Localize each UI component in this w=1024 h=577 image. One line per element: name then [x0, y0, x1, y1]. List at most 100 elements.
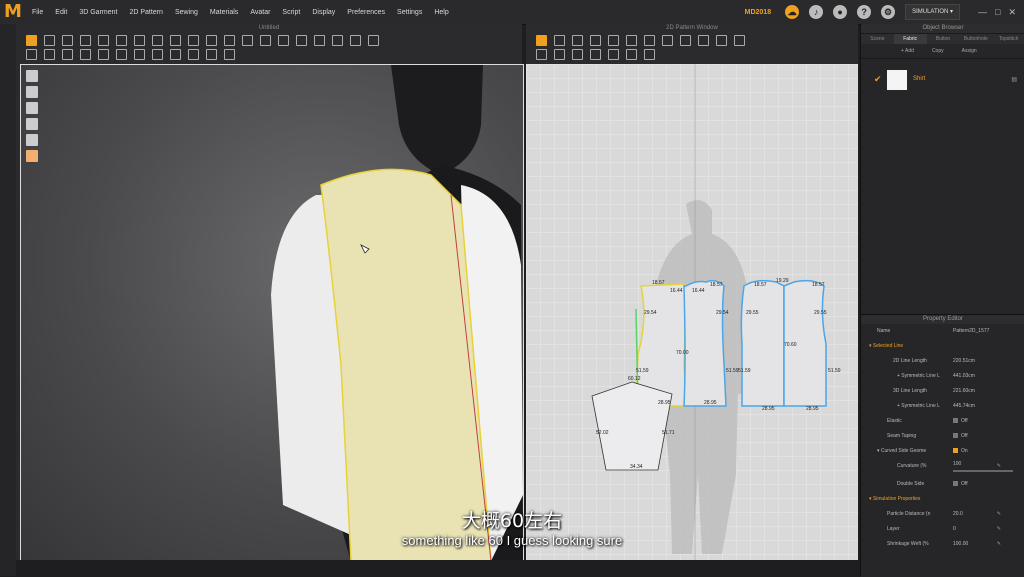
assign-button[interactable]: Assign [962, 48, 977, 54]
topstitch-icon[interactable] [224, 35, 235, 46]
trace-icon[interactable] [698, 35, 709, 46]
select-tool-icon[interactable] [26, 35, 37, 46]
menu-help[interactable]: Help [434, 9, 448, 16]
grain-icon[interactable] [590, 49, 601, 60]
symmetry-icon[interactable] [734, 35, 745, 46]
simulation-section[interactable]: ▾ Simulation Properties [861, 492, 1024, 507]
shirt-icon[interactable] [314, 35, 325, 46]
curvature-slider[interactable] [953, 470, 1013, 472]
buttonhole-icon[interactable] [188, 35, 199, 46]
menu-edit[interactable]: Edit [55, 9, 67, 16]
cloud-icon[interactable]: ☁ [785, 5, 800, 19]
gear-icon[interactable]: ⚙ [881, 5, 896, 19]
menu-avatar[interactable]: Avatar [250, 9, 270, 16]
prop-value[interactable]: 100 [953, 459, 961, 469]
pin-icon[interactable] [80, 35, 91, 46]
shirt-view-icon[interactable] [26, 70, 38, 82]
segment-sewing-icon[interactable] [116, 35, 127, 46]
maximize-icon[interactable]: □ [995, 7, 1000, 17]
skin-view-icon[interactable] [26, 150, 38, 162]
prop-name-value[interactable]: Pattern2D_1577 [953, 324, 989, 339]
measure-icon[interactable] [242, 35, 253, 46]
pattern-icon[interactable] [332, 35, 343, 46]
edit-curve-icon[interactable] [572, 35, 583, 46]
selected-line-section[interactable]: ▾ Selected Line [861, 339, 1024, 354]
pattern-canvas[interactable]: 18.57 16.44 29.54 51.59 28.95 70.00 16.4… [526, 64, 858, 560]
arrange-icon[interactable] [350, 35, 361, 46]
circle-icon[interactable] [644, 35, 655, 46]
tool-d-icon[interactable] [80, 49, 91, 60]
menu-sewing[interactable]: Sewing [175, 9, 198, 16]
copy-button[interactable]: Copy [932, 48, 944, 54]
tool-k-icon[interactable] [206, 49, 217, 60]
menu-preferences[interactable]: Preferences [347, 9, 385, 16]
tab-scene[interactable]: Scene [861, 34, 894, 44]
menu-file[interactable]: File [32, 9, 43, 16]
add-point-icon[interactable] [590, 35, 601, 46]
edit-pattern-icon[interactable] [554, 35, 565, 46]
tool-g-icon[interactable] [134, 49, 145, 60]
fabric-list-item[interactable]: ✔ Shirt ▤ [861, 68, 1024, 90]
sew-icon[interactable] [554, 49, 565, 60]
garment-view-icon[interactable] [26, 86, 38, 98]
menu-script[interactable]: Script [282, 9, 300, 16]
avatar-view-icon[interactable] [26, 102, 38, 114]
strain-map-icon[interactable] [26, 134, 38, 146]
ruler-icon[interactable] [368, 35, 379, 46]
close-icon[interactable]: ✕ [1008, 7, 1016, 18]
tool-i-icon[interactable] [170, 49, 181, 60]
front-right-pattern[interactable] [683, 279, 727, 407]
brush-icon[interactable] [260, 35, 271, 46]
annotation-icon[interactable] [608, 49, 619, 60]
tool-c-icon[interactable] [62, 49, 73, 60]
fold-arrange-icon[interactable] [572, 49, 583, 60]
button-icon[interactable] [170, 35, 181, 46]
simulation-dropdown[interactable]: SIMULATION ▾ [905, 4, 961, 20]
double-side-toggle[interactable]: Off [953, 477, 968, 492]
menu-3d-garment[interactable]: 3D Garment [79, 9, 117, 16]
tool-f-icon[interactable] [116, 49, 127, 60]
tab-topstitch[interactable]: Topstitch [992, 34, 1024, 44]
dart-icon[interactable] [680, 35, 691, 46]
fabric-settings-icon[interactable]: ▤ [1011, 76, 1017, 83]
grading-icon[interactable] [626, 49, 637, 60]
move-tool-icon[interactable] [44, 35, 55, 46]
free-sewing-icon[interactable] [134, 35, 145, 46]
elastic-toggle[interactable]: Off [953, 414, 968, 429]
zipper-icon[interactable] [206, 35, 217, 46]
offset-icon[interactable] [716, 35, 727, 46]
menu-settings[interactable]: Settings [397, 9, 422, 16]
transform-icon[interactable] [62, 35, 73, 46]
minimize-icon[interactable]: — [978, 7, 987, 17]
tab-fabric[interactable]: Fabric [893, 34, 927, 44]
polygon-icon[interactable] [608, 35, 619, 46]
texture-view-icon[interactable] [26, 118, 38, 130]
tack-icon[interactable] [152, 35, 163, 46]
back-left-pattern[interactable] [740, 279, 785, 407]
seam-taping-toggle[interactable]: Off [953, 429, 968, 444]
seam-icon[interactable] [536, 49, 547, 60]
tool-l-icon[interactable] [224, 49, 235, 60]
tool-a-icon[interactable] [26, 49, 37, 60]
tool-e-icon[interactable] [98, 49, 109, 60]
tab-buttonhole[interactable]: Buttonhole [959, 34, 992, 44]
internal-polygon-icon[interactable] [662, 35, 673, 46]
fold-icon[interactable] [98, 35, 109, 46]
menu-2d-pattern[interactable]: 2D Pattern [129, 9, 162, 16]
edit-icon[interactable]: ✎ [997, 459, 1001, 474]
add-button[interactable]: + Add [901, 48, 914, 54]
help-icon[interactable]: ? [857, 5, 872, 19]
tool-j-icon[interactable] [188, 49, 199, 60]
avatar-canvas[interactable] [20, 64, 524, 562]
speaker-icon[interactable]: ♪ [809, 5, 824, 19]
tool-h-icon[interactable] [152, 49, 163, 60]
tab-button[interactable]: Button [927, 34, 960, 44]
menu-materials[interactable]: Materials [210, 9, 238, 16]
tool-b-icon[interactable] [44, 49, 55, 60]
sleeve-pattern[interactable] [591, 381, 673, 471]
rectangle-icon[interactable] [626, 35, 637, 46]
texture-icon[interactable] [278, 35, 289, 46]
trim-icon[interactable] [296, 35, 307, 46]
menu-display[interactable]: Display [312, 9, 335, 16]
zoom-icon[interactable] [644, 49, 655, 60]
